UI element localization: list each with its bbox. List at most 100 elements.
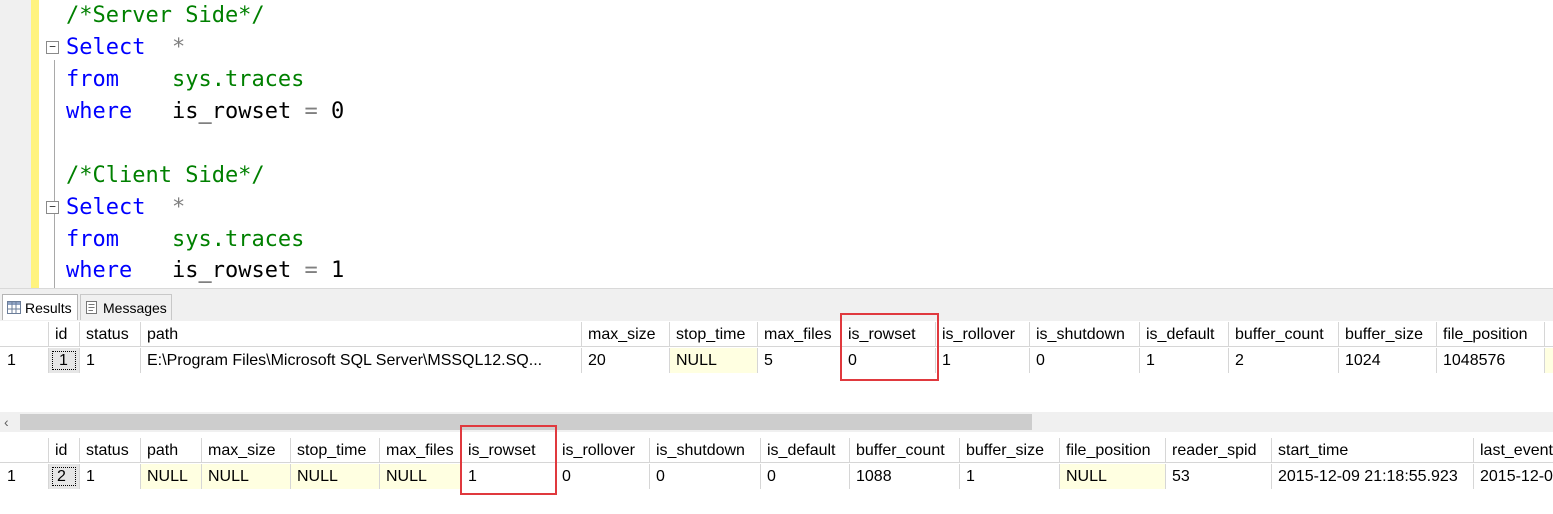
column-header[interactable]: path — [141, 438, 202, 463]
column-header[interactable]: buffer_count — [850, 438, 960, 463]
table-cell[interactable]: 0 — [1030, 348, 1140, 373]
table-cell[interactable]: 0 — [761, 464, 850, 489]
row-header-corner[interactable] — [0, 322, 49, 347]
column-header[interactable]: status — [80, 438, 141, 463]
table-cell[interactable]: 1048576 — [1437, 348, 1545, 373]
table-row[interactable]: 1 2 1 NULL NULL NULL NULL 1 0 0 0 1088 1… — [0, 464, 1553, 489]
row-number[interactable]: 1 — [0, 464, 49, 489]
collapse-icon[interactable]: − — [46, 201, 59, 214]
collapse-icon[interactable]: − — [46, 41, 59, 54]
code-line-8: from sys.traces — [66, 224, 304, 256]
column-header[interactable]: last_event — [1474, 438, 1553, 463]
table-cell[interactable]: 2015-12-09 21:18:55.923 — [1272, 464, 1474, 489]
editor-gutter — [0, 0, 31, 288]
column-header[interactable]: is_rowset — [842, 322, 936, 347]
selected-cell[interactable]: 2 — [49, 464, 79, 489]
results-tab-strip: Results Messages — [0, 288, 1553, 321]
column-header[interactable]: buffer_size — [1339, 322, 1437, 347]
column-header[interactable]: file_position — [1060, 438, 1166, 463]
table-cell-null[interactable]: NULL — [380, 464, 462, 489]
operator: = — [304, 99, 318, 124]
table-cell[interactable]: 1 — [960, 464, 1060, 489]
column-header[interactable]: buffer_count — [1229, 322, 1339, 347]
table-cell[interactable]: 2015-12-0 — [1474, 464, 1553, 489]
table-cell[interactable]: 0 — [842, 348, 936, 373]
operator: = — [304, 258, 318, 283]
selected-cell[interactable]: 1 — [49, 348, 79, 373]
column-header[interactable]: reader_spid — [1166, 438, 1272, 463]
code-line-3: from sys.traces — [66, 64, 304, 96]
horizontal-scrollbar[interactable]: ‹ — [0, 412, 1553, 432]
table-cell[interactable]: E:\Program Files\Microsoft SQL Server\MS… — [141, 348, 582, 373]
table-cell[interactable]: 1088 — [850, 464, 960, 489]
table-cell[interactable]: 2 — [49, 464, 80, 489]
outline-line — [54, 60, 55, 288]
literal-value: 0 — [330, 99, 345, 124]
table-cell[interactable]: 2 — [1229, 348, 1339, 373]
column-header[interactable]: is_shutdown — [1030, 322, 1140, 347]
keyword: where — [66, 99, 133, 124]
table-cell-null[interactable]: NULL — [141, 464, 202, 489]
scrollbar-thumb[interactable] — [20, 414, 1032, 430]
table-cell[interactable]: 53 — [1166, 464, 1272, 489]
messages-icon — [86, 301, 97, 314]
table-cell[interactable]: 1 — [462, 464, 556, 489]
column-header[interactable]: buffer_size — [960, 438, 1060, 463]
tab-messages-label: Messages — [103, 300, 167, 316]
results-grid-2[interactable]: id status path max_size stop_time max_fi… — [0, 425, 1553, 514]
table-cell[interactable]: 20 — [582, 348, 670, 373]
column-header[interactable]: is_rollover — [936, 322, 1030, 347]
column-header[interactable]: is_rowset — [462, 438, 556, 463]
column-header[interactable]: start_time — [1272, 438, 1474, 463]
table-cell[interactable]: 1024 — [1339, 348, 1437, 373]
results-grid-1[interactable]: id status path max_size stop_time max_fi… — [0, 313, 1553, 409]
table-cell[interactable]: 1 — [80, 348, 141, 373]
tab-results-label: Results — [25, 300, 72, 316]
table-cell-null[interactable]: NULL — [670, 348, 758, 373]
column-header[interactable]: id — [49, 322, 80, 347]
column-header[interactable]: status — [80, 322, 141, 347]
column-header[interactable]: max_files — [758, 322, 842, 347]
change-tracking-bar — [31, 0, 39, 288]
row-number[interactable]: 1 — [0, 348, 49, 373]
table-cell[interactable]: 0 — [650, 464, 761, 489]
column-header[interactable]: max_size — [582, 322, 670, 347]
table-cell-null[interactable]: NULL — [1060, 464, 1166, 489]
column-header[interactable]: id — [49, 438, 80, 463]
grid-header-row: id status path max_size stop_time max_fi… — [0, 322, 1553, 347]
literal-value: 1 — [330, 258, 345, 283]
table-cell-null[interactable]: NULL — [202, 464, 291, 489]
table-cell[interactable]: 1 — [1140, 348, 1229, 373]
column-header[interactable]: is_default — [1140, 322, 1229, 347]
column-header[interactable]: max_size — [202, 438, 291, 463]
row-header-corner[interactable] — [0, 438, 49, 463]
column-header[interactable]: stop_time — [291, 438, 380, 463]
code-line-9: where is_rowset = 1 — [66, 255, 344, 287]
column-header[interactable]: path — [141, 322, 582, 347]
column-header[interactable]: max_files — [380, 438, 462, 463]
tab-results[interactable]: Results — [2, 294, 78, 320]
code-line-7: Select * — [66, 192, 185, 224]
grid-header-row: id status path max_size stop_time max_fi… — [0, 438, 1553, 463]
column-name: is_rowset — [171, 99, 292, 124]
tab-messages[interactable]: Messages — [80, 294, 172, 320]
table-cell[interactable]: 5 — [758, 348, 842, 373]
column-header[interactable]: is_default — [761, 438, 850, 463]
table-cell-partial[interactable] — [1545, 348, 1553, 373]
column-header[interactable]: is_rollover — [556, 438, 650, 463]
operator: * — [171, 35, 186, 60]
column-header-partial[interactable] — [1545, 322, 1553, 347]
column-header[interactable]: stop_time — [670, 322, 758, 347]
column-header[interactable]: file_position — [1437, 322, 1545, 347]
table-cell-null[interactable]: NULL — [291, 464, 380, 489]
table-row[interactable]: 1 1 1 E:\Program Files\Microsoft SQL Ser… — [0, 348, 1553, 373]
table-cell[interactable]: 1 — [936, 348, 1030, 373]
scroll-left-arrow-icon[interactable]: ‹ — [4, 412, 18, 432]
column-header[interactable]: is_shutdown — [650, 438, 761, 463]
table-cell[interactable]: 1 — [80, 464, 141, 489]
code-line-1: /*Server Side*/ — [66, 0, 265, 32]
query-editor[interactable]: − − /*Server Side*/ Select * from sys.tr… — [0, 0, 1553, 288]
table-cell[interactable]: 1 — [49, 348, 80, 373]
table-cell[interactable]: 0 — [556, 464, 650, 489]
operator: * — [171, 195, 186, 220]
